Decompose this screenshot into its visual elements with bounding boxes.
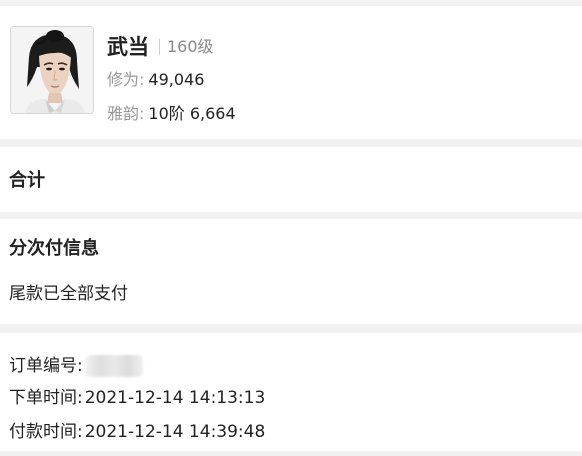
order-number-masked bbox=[84, 355, 143, 377]
cultivation-value: 49,046 bbox=[148, 70, 205, 89]
installment-title: 分次付信息 bbox=[9, 238, 99, 259]
character-level: 160级 bbox=[167, 37, 214, 56]
character-portrait-icon bbox=[11, 27, 93, 113]
cultivation-label: 修为: bbox=[107, 70, 145, 89]
order-time-value: 2021-12-14 14:13:13 bbox=[84, 388, 266, 408]
installment-status: 尾款已全部支付 bbox=[9, 284, 128, 304]
charm-row: 雅韵: 10阶 6,664 bbox=[107, 104, 236, 124]
pay-time-row: 付款时间: 2021-12-14 14:39:48 bbox=[9, 421, 265, 443]
order-detail-page: 武当 160级 修为: 49,046 雅韵: 10阶 6,664 合计 分次付信息 … bbox=[0, 0, 582, 456]
cultivation-row: 修为: 49,046 bbox=[107, 70, 204, 90]
name-level-divider bbox=[159, 39, 160, 55]
total-title: 合计 bbox=[9, 170, 45, 191]
installment-section: 分次付信息 尾款已全部支付 bbox=[0, 219, 582, 324]
order-time-row: 下单时间: 2021-12-14 14:13:13 bbox=[9, 387, 265, 409]
total-section: 合计 bbox=[0, 147, 582, 212]
charm-label: 雅韵: bbox=[107, 104, 145, 123]
charm-value: 10阶 6,664 bbox=[148, 104, 236, 123]
order-info-section: 订单编号: 下单时间: 2021-12-14 14:13:13 付款时间: 2021… bbox=[0, 333, 582, 451]
order-time-label: 下单时间: bbox=[9, 388, 83, 408]
pay-time-value: 2021-12-14 14:39:48 bbox=[84, 422, 266, 442]
character-name: 武当 bbox=[107, 35, 149, 59]
character-avatar bbox=[10, 26, 94, 114]
pay-time-label: 付款时间: bbox=[9, 422, 83, 442]
order-number-row: 订单编号: bbox=[9, 355, 143, 377]
character-card: 武当 160级 修为: 49,046 雅韵: 10阶 6,664 bbox=[0, 6, 582, 139]
order-number-label: 订单编号: bbox=[9, 356, 83, 376]
